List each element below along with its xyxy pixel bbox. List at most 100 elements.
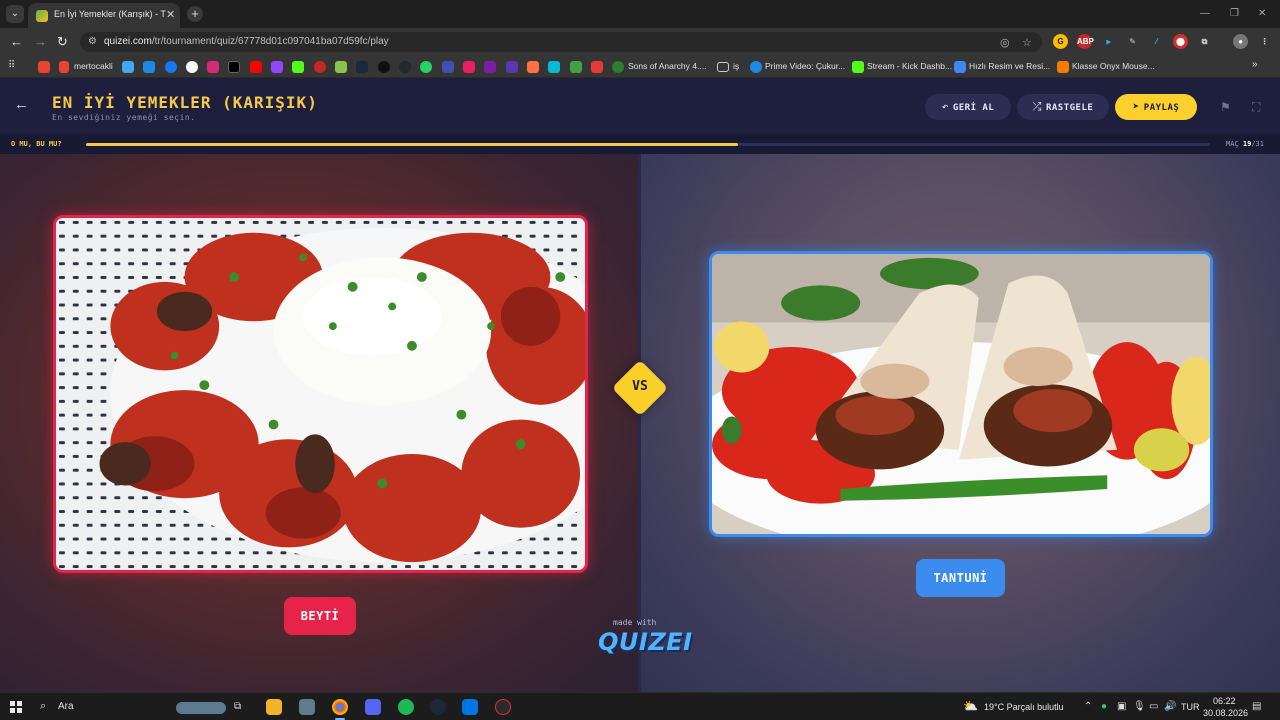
bookmark-icon[interactable] (527, 61, 539, 73)
tray-status-icon[interactable]: ● (1101, 701, 1107, 712)
bookmark-icon[interactable] (1057, 61, 1069, 73)
extension-icon[interactable]: G (1053, 34, 1068, 49)
site-info-icon[interactable]: ⚙ (88, 36, 97, 47)
bookmark-icon[interactable] (591, 61, 603, 73)
clock-time[interactable]: 06:22 (1213, 696, 1236, 706)
extension-icon[interactable]: ⫸ (1101, 34, 1116, 49)
bookmark-star-icon[interactable]: ☆ (1022, 36, 1032, 49)
extensions-puzzle-icon[interactable]: ⧉ (1197, 34, 1212, 49)
more-bookmarks-icon[interactable]: » (1252, 59, 1258, 70)
weather-icon[interactable]: ⛅ (963, 699, 978, 713)
clock-date[interactable]: 30.08.2026 (1203, 708, 1248, 718)
github-icon[interactable] (399, 61, 411, 73)
bookmark-icon[interactable] (463, 61, 475, 73)
undo-button[interactable]: ↶ GERİ AL (925, 94, 1011, 120)
right-food-image[interactable] (709, 251, 1213, 537)
google-icon[interactable] (186, 61, 198, 73)
fullscreen-icon[interactable]: ⛶ (1252, 100, 1260, 115)
extension-icon[interactable]: ⁄ (1149, 34, 1164, 49)
new-tab-button[interactable]: + (187, 6, 203, 22)
kick-icon[interactable] (852, 61, 864, 73)
reload-icon[interactable]: ↻ (57, 34, 68, 50)
forward-icon[interactable]: → (34, 34, 47, 49)
discord-icon[interactable] (365, 699, 381, 715)
menu-kebab-icon[interactable]: ⋮ (1257, 34, 1272, 49)
profile-avatar[interactable]: ● (1233, 34, 1248, 49)
bookmark-icon[interactable] (612, 61, 624, 73)
beyti-illustration (56, 218, 585, 570)
window-close-icon[interactable]: ✕ (1258, 8, 1266, 19)
bookmark-label[interactable]: Hızlı Resim ve Resi... (969, 61, 1050, 71)
gmail-icon[interactable] (38, 61, 50, 73)
bookmark-icon[interactable] (506, 61, 518, 73)
bookmark-icon[interactable] (548, 61, 560, 73)
calculator-icon[interactable] (299, 699, 315, 715)
app-icon[interactable] (495, 699, 511, 715)
bookmark-icon[interactable] (570, 61, 582, 73)
extension-icon[interactable]: ⬤ (1173, 34, 1188, 49)
bookmark-label[interactable]: mertocakli (74, 61, 113, 71)
language-indicator[interactable]: TUR (1181, 702, 1200, 712)
bookmark-label[interactable]: Sons of Anarchy 4.... (628, 61, 706, 71)
extension-icon[interactable]: ✎ (1125, 34, 1140, 49)
chrome-icon[interactable] (332, 699, 348, 715)
restore-icon[interactable]: ❐ (1230, 8, 1239, 19)
prime-video-icon[interactable] (750, 61, 762, 73)
facebook-icon[interactable] (165, 61, 177, 73)
app-icon[interactable] (462, 699, 478, 715)
windows-start-icon[interactable] (10, 701, 22, 713)
x-icon[interactable] (228, 61, 240, 73)
random-button[interactable]: ⤮ RASTGELE (1017, 94, 1109, 120)
notification-icon[interactable]: ▤ (1252, 701, 1261, 712)
adblock-icon[interactable]: ABP (1077, 34, 1094, 49)
bookmark-label[interactable]: Klasse Onyx Mouse... (1072, 61, 1155, 71)
twitch-icon[interactable] (271, 61, 283, 73)
bookmark-label[interactable]: Stream - Kick Dashb... (867, 61, 952, 71)
kick-icon[interactable] (292, 61, 304, 73)
bookmark-folder-label[interactable]: iş (733, 61, 739, 71)
bookmark-label[interactable]: Prime Video: Çukur... (765, 61, 845, 71)
send-icon: ➤ (1132, 100, 1140, 113)
back-icon[interactable]: ← (10, 34, 23, 49)
bookmark-icon[interactable] (122, 61, 134, 73)
bookmark-icon[interactable] (143, 61, 155, 73)
back-arrow-icon[interactable]: ← (14, 96, 29, 113)
share-button[interactable]: ➤ PAYLAŞ (1115, 94, 1197, 120)
taskbar-search[interactable]: ⌕ Ara (36, 697, 228, 717)
minimize-icon[interactable]: — (1200, 8, 1210, 19)
tab-close-icon[interactable]: ✕ (166, 8, 175, 21)
browser-tab-active[interactable]: En İyi Yemekler (Karışık) - Tier Li ✕ (28, 3, 180, 28)
apps-grid-icon[interactable]: ⠿ (8, 60, 20, 72)
weather-text[interactable]: 19°C Parçalı bulutlu (984, 702, 1064, 712)
bookmark-icon[interactable] (442, 61, 454, 73)
tab-search-button[interactable]: ⌄ (6, 5, 24, 23)
steam-icon[interactable] (430, 699, 446, 715)
youtube-icon[interactable] (250, 61, 262, 73)
pick-left-button[interactable]: BEYTİ (284, 597, 356, 635)
address-bar[interactable]: ⚙ quizei.com/tr/tournament/quiz/67778d01… (80, 32, 1042, 52)
bookmark-icon[interactable] (314, 61, 326, 73)
bookmark-icon[interactable] (954, 61, 966, 73)
eye-off-icon[interactable]: ◎ (1000, 36, 1010, 49)
whatsapp-icon[interactable] (420, 61, 432, 73)
steam-icon[interactable] (356, 61, 368, 73)
bookmark-icon[interactable] (484, 61, 496, 73)
search-icon: ⌕ (40, 700, 47, 712)
network-icon[interactable]: ▭ (1149, 701, 1158, 712)
pick-right-button[interactable]: TANTUNİ (916, 559, 1005, 597)
folder-icon[interactable] (717, 62, 729, 72)
tray-chevron-icon[interactable]: ⌃ (1084, 701, 1092, 712)
spotify-icon[interactable] (398, 699, 414, 715)
file-explorer-icon[interactable] (266, 699, 282, 715)
bookmark-icon[interactable] (378, 61, 390, 73)
instagram-icon[interactable] (207, 61, 219, 73)
bookmark-icon[interactable] (335, 61, 347, 73)
url-text: quizei.com/tr/tournament/quiz/67778d01c0… (104, 36, 389, 47)
search-highlight-image (176, 702, 226, 714)
flag-icon[interactable]: ⚑ (1220, 100, 1231, 114)
left-food-image[interactable] (53, 215, 588, 573)
task-view-icon[interactable]: ⧉ (234, 701, 241, 712)
tray-app-icon[interactable]: ▣ (1117, 701, 1126, 712)
microphone-icon[interactable]: 🎙 (1133, 701, 1146, 712)
volume-icon[interactable]: 🔊 (1164, 701, 1176, 712)
